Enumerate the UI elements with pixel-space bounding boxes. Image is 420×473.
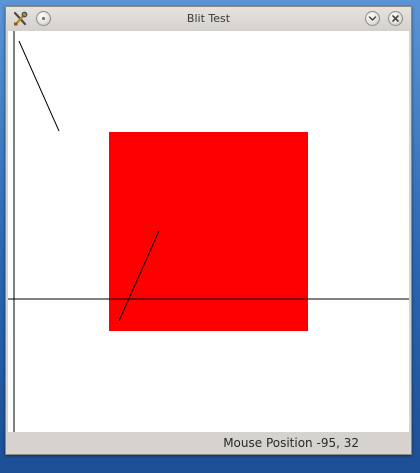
- diagonal-line-upper: [18, 40, 60, 132]
- statusbar: Mouse Position -95, 32: [6, 432, 411, 454]
- red-rectangle: [109, 132, 308, 331]
- mouse-position-label: Mouse Position: [223, 436, 313, 450]
- mouse-position-value: -95, 32: [316, 436, 360, 450]
- close-button[interactable]: [388, 11, 403, 26]
- blit-test-window: Blit Test Mouse Position -95, 32: [5, 6, 412, 455]
- drawing-canvas[interactable]: [8, 31, 409, 432]
- window-title: Blit Test: [186, 12, 231, 25]
- minimize-button[interactable]: [365, 11, 380, 26]
- titlebar[interactable]: Blit Test: [6, 7, 411, 31]
- chevron-down-icon: [368, 16, 377, 21]
- close-icon: [392, 15, 399, 22]
- mouse-position-readout: Mouse Position -95, 32: [223, 436, 359, 450]
